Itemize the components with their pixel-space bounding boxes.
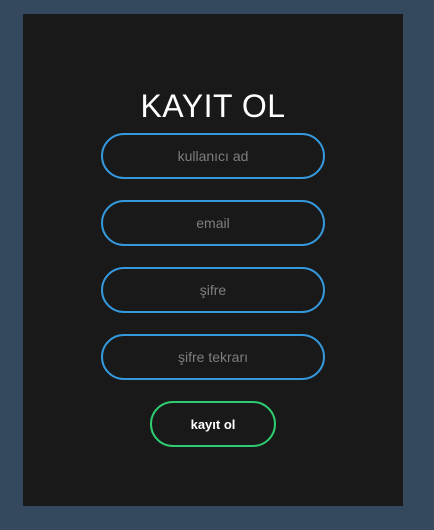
register-card: KAYIT OL kayıt ol <box>23 14 403 506</box>
password-input[interactable] <box>101 267 325 313</box>
register-button[interactable]: kayıt ol <box>150 401 276 447</box>
form-title: KAYIT OL <box>140 88 286 124</box>
username-input[interactable] <box>101 133 325 179</box>
email-input[interactable] <box>101 200 325 246</box>
password-confirm-input[interactable] <box>101 334 325 380</box>
